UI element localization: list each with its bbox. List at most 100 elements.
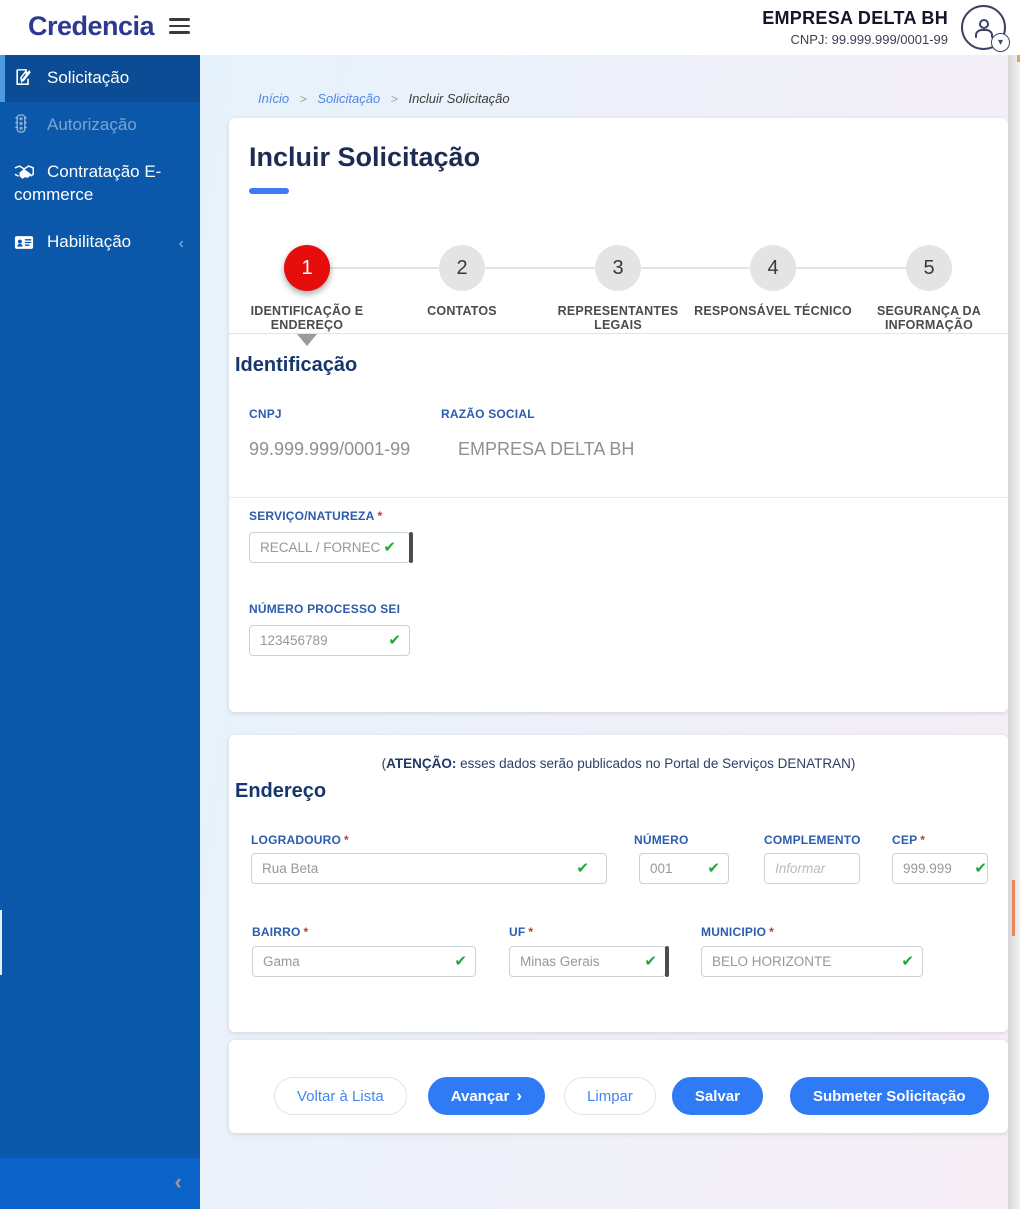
processo-sei-field: ✔: [249, 625, 410, 656]
servico-natureza-label: SERVIÇO/NATUREZA *: [249, 509, 383, 523]
cnpj-value: 99.999.999/0001-99: [249, 439, 411, 459]
request-pen-icon: [14, 68, 36, 86]
sidebar-item-habilitacao[interactable]: Habilitação ‹: [0, 219, 200, 266]
sidebar-item-solicitacao[interactable]: Solicitação: [0, 55, 200, 102]
bairro-label: BAIRRO *: [252, 925, 309, 939]
panel-divider: [229, 333, 1008, 334]
bairro-input[interactable]: [252, 946, 476, 977]
address-heading: Endereço: [235, 780, 327, 802]
cnpj-label: CNPJ: [249, 407, 282, 421]
select-scrollbar[interactable]: [665, 946, 669, 977]
municipio-field: ✔: [701, 946, 923, 977]
uf-select: ✔: [509, 946, 669, 977]
scrollbar-orange-thumb[interactable]: [1012, 880, 1015, 936]
step-4-circle[interactable]: 4: [750, 245, 796, 291]
hamburger-menu-icon[interactable]: [169, 18, 190, 35]
logradouro-field: ✔: [251, 853, 607, 884]
address-card: (ATENÇÃO: esses dados serão publicados n…: [229, 735, 1008, 1032]
processo-sei-label: NÚMERO PROCESSO SEI: [249, 602, 401, 616]
salvar-button[interactable]: Salvar: [671, 1077, 763, 1115]
step-5-circle[interactable]: 5: [906, 245, 952, 291]
servico-natureza-input[interactable]: [249, 532, 410, 563]
bairro-field: ✔: [252, 946, 476, 977]
uf-input[interactable]: [509, 946, 666, 977]
cnpj-field: CNPJ 99.999.999/0001-99: [249, 407, 410, 460]
processo-sei-input[interactable]: [249, 625, 410, 656]
breadcrumb-separator: >: [390, 92, 398, 106]
step-3-label: REPRESENTANTES LEGAIS: [557, 304, 679, 333]
complemento-field: [764, 853, 860, 884]
sidebar-item-label: Contratação E-commerce: [14, 161, 162, 204]
app-root: Credencia EMPRESA DELTA BH CNPJ: 99.999.…: [0, 0, 1020, 1209]
action-buttons: Voltar à Lista Avançar › Limpar Salvar S…: [274, 1077, 989, 1115]
logradouro-input[interactable]: [251, 853, 607, 884]
numero-input[interactable]: [639, 853, 729, 884]
company-cnpj: CNPJ: 99.999.999/0001-99: [790, 32, 948, 47]
sidebar-item-label: Solicitação: [47, 68, 130, 87]
complemento-input[interactable]: [764, 853, 860, 884]
step-1-label: IDENTIFICAÇÃO E ENDEREÇO: [250, 304, 364, 333]
servico-natureza-select: ✔: [249, 532, 413, 563]
handshake-icon: [14, 165, 36, 180]
complemento-label: COMPLEMENTO: [764, 833, 861, 847]
top-header: Credencia EMPRESA DELTA BH CNPJ: 99.999.…: [0, 0, 1020, 55]
section-divider: [229, 497, 1008, 498]
step-1-circle[interactable]: 1: [284, 245, 330, 291]
actions-card: Voltar à Lista Avançar › Limpar Salvar S…: [229, 1040, 1008, 1133]
sidebar-item-label: Autorização: [47, 114, 137, 134]
app-logo[interactable]: Credencia: [28, 11, 155, 42]
sidebar-item-contratacao-ecommerce[interactable]: Contratação E-commerce: [0, 149, 200, 219]
uf-label: UF *: [509, 925, 534, 939]
sidebar-item-autorizacao[interactable]: Autorização: [0, 102, 200, 149]
breadcrumb-inicio[interactable]: Início: [258, 91, 289, 106]
traffic-light-icon: [14, 114, 36, 133]
cep-label: CEP *: [892, 833, 926, 847]
company-info: EMPRESA DELTA BH CNPJ: 99.999.999/0001-9…: [762, 8, 948, 47]
user-menu[interactable]: ▾: [961, 5, 1010, 52]
page-title: Incluir Solicitação: [249, 142, 481, 172]
chevron-left-icon[interactable]: ‹: [179, 233, 184, 255]
id-card-icon: [14, 235, 36, 250]
municipio-input[interactable]: [701, 946, 923, 977]
company-name: EMPRESA DELTA BH: [762, 8, 948, 28]
breadcrumb: Início > Solicitação > Incluir Solicitaç…: [258, 91, 510, 106]
step-2-label: CONTATOS: [427, 304, 497, 318]
sidebar-scrollbar-thumb[interactable]: [0, 910, 2, 975]
page-scrollbar-track[interactable]: [1008, 55, 1020, 1209]
municipio-label: MUNICIPIO *: [701, 925, 775, 939]
required-asterisk: *: [528, 925, 534, 939]
main-content: Início > Solicitação > Incluir Solicitaç…: [200, 55, 1020, 1209]
breadcrumb-separator: >: [299, 92, 307, 106]
attention-bold: ATENÇÃO:: [386, 756, 457, 771]
active-step-arrow: [297, 334, 317, 346]
cep-field: ✔: [892, 853, 988, 884]
step-3-circle[interactable]: 3: [595, 245, 641, 291]
sidebar-item-label: Habilitação: [47, 231, 132, 251]
voltar-lista-button[interactable]: Voltar à Lista: [274, 1077, 407, 1115]
breadcrumb-solicitacao[interactable]: Solicitação: [317, 91, 380, 106]
submeter-solicitacao-button[interactable]: Submeter Solicitação: [789, 1077, 989, 1115]
razao-social-label: RAZÃO SOCIAL: [441, 407, 535, 421]
chevron-right-icon: ›: [516, 1086, 523, 1105]
sidebar-collapse-bar[interactable]: ‹: [0, 1158, 200, 1209]
select-scrollbar[interactable]: [409, 532, 413, 563]
razao-social-field: RAZÃO SOCIAL EMPRESA DELTA BH: [441, 407, 634, 460]
step-4-label: RESPONSÁVEL TÉCNICO: [694, 304, 852, 318]
required-asterisk: *: [344, 833, 349, 847]
numero-label: NÚMERO: [634, 833, 689, 847]
step-2-circle[interactable]: 2: [439, 245, 485, 291]
breadcrumb-current: Incluir Solicitação: [408, 91, 510, 106]
cep-input[interactable]: [892, 853, 988, 884]
required-asterisk: *: [303, 925, 309, 939]
sidebar-nav: Solicitação Autorização Contratação E-co…: [0, 55, 200, 1158]
step-5-label: SEGURANÇA DA INFORMAÇÃO: [876, 304, 982, 333]
caret-down-icon[interactable]: ▾: [991, 33, 1010, 52]
limpar-button[interactable]: Limpar: [564, 1077, 656, 1115]
collapse-chevron-icon[interactable]: ‹: [175, 1169, 182, 1195]
logradouro-label: LOGRADOURO *: [251, 833, 349, 847]
required-asterisk: *: [377, 509, 383, 523]
attention-note: (ATENÇÃO: esses dados serão publicados n…: [381, 756, 856, 771]
numero-field: ✔: [639, 853, 729, 884]
request-form-card: Incluir Solicitação 1 2 3 4 5 IDENTIFICA…: [229, 118, 1008, 712]
avancar-button[interactable]: Avançar ›: [427, 1077, 546, 1115]
